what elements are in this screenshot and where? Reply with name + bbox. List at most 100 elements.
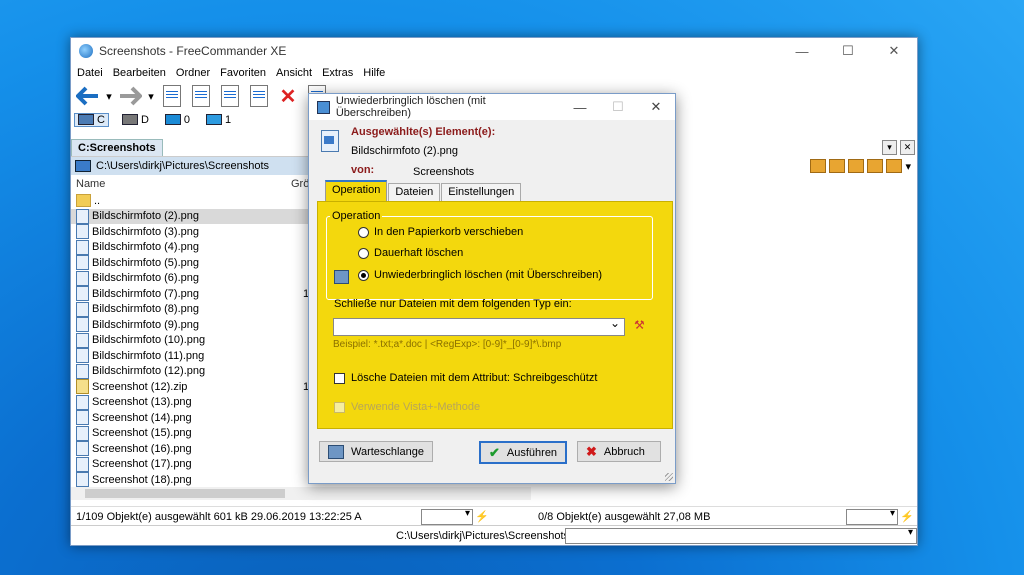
image-file-icon <box>76 410 89 426</box>
right-tab-tools: ▾ ✕ <box>882 140 915 155</box>
forward-history-dropdown-icon[interactable]: ▾ <box>146 83 156 109</box>
drive-d-button[interactable]: D <box>119 114 152 126</box>
left-tab-screenshots[interactable]: C:Screenshots <box>71 139 163 156</box>
radio-button[interactable] <box>358 247 369 259</box>
tab-operation[interactable]: Operation <box>325 180 388 203</box>
file-name: Bildschirmfoto (5).png <box>92 256 199 269</box>
tab-dateien[interactable]: Dateien <box>388 183 441 202</box>
menu-ansicht[interactable]: Ansicht <box>274 67 318 79</box>
image-file-icon <box>76 472 89 488</box>
delete-dialog: Unwiederbringlich löschen (mit Überschre… <box>308 93 676 484</box>
execute-button[interactable]: ✔ Ausführen <box>479 441 567 464</box>
maximize-button[interactable]: ☐ <box>825 38 871 64</box>
menu-ordner[interactable]: Ordner <box>174 67 216 79</box>
file-name: Bildschirmfoto (4).png <box>92 241 199 254</box>
image-file-icon <box>76 394 89 410</box>
file-name: Bildschirmfoto (11).png <box>92 349 205 362</box>
checkmark-icon: ✔ <box>489 444 500 460</box>
filter-type-combo[interactable] <box>333 316 625 336</box>
favorite-folder-icon[interactable] <box>867 159 884 173</box>
favorite-folder-icon[interactable] <box>810 159 827 173</box>
favorite-folder-icon[interactable] <box>886 159 903 173</box>
toolbar-dropdown-icon[interactable]: ▾ <box>905 160 911 173</box>
file-name: Screenshot (16).png <box>92 442 192 455</box>
forward-arrow-icon[interactable] <box>117 83 143 109</box>
right-filter-combo[interactable] <box>846 508 898 525</box>
right-status-text: 0/8 Objekt(e) ausgewählt 27,08 MB <box>538 510 711 523</box>
edit-file-icon[interactable] <box>188 83 214 109</box>
folder-up-icon <box>76 194 91 208</box>
dialog-title: Unwiederbringlich löschen (mit Überschre… <box>335 95 486 119</box>
tab-einstellungen[interactable]: Einstellungen <box>441 183 522 202</box>
view-file-icon[interactable] <box>159 83 185 109</box>
image-file-icon <box>76 270 89 286</box>
checkbox[interactable] <box>334 372 345 384</box>
checkbox-vista-method: Verwende Vista+-Methode <box>334 401 480 413</box>
cancel-button[interactable]: ✖ Abbruch <box>577 441 661 462</box>
from-label: von: <box>351 164 375 176</box>
file-name: Screenshot (17).png <box>92 458 192 471</box>
radio-button-selected[interactable] <box>358 269 369 281</box>
queue-icon <box>328 444 344 459</box>
copy-file-icon[interactable] <box>246 83 272 109</box>
back-arrow-icon[interactable] <box>75 83 101 109</box>
resize-grip[interactable] <box>665 473 673 481</box>
network-drive-icon <box>206 114 223 125</box>
file-name: Bildschirmfoto (2).png <box>92 210 199 223</box>
left-horizontal-scrollbar[interactable] <box>71 487 531 500</box>
back-history-dropdown-icon[interactable]: ▾ <box>104 83 114 109</box>
image-file-icon <box>76 456 89 472</box>
file-name: Screenshot (18).png <box>92 473 192 486</box>
queue-button[interactable]: Warteschlange <box>319 441 433 462</box>
status-bar: 1/109 Objekt(e) ausgewählt 601 kB 29.06.… <box>71 506 917 526</box>
radio-secure-delete[interactable]: Unwiederbringlich löschen (mit Überschre… <box>358 269 602 281</box>
menu-bearbeiten[interactable]: Bearbeiten <box>111 67 172 79</box>
menu-extras[interactable]: Extras <box>320 67 359 79</box>
image-file-icon <box>76 255 89 271</box>
image-file-icon <box>76 425 89 441</box>
checkbox-delete-readonly[interactable]: Lösche Dateien mit dem Attribut: Schreib… <box>334 372 597 384</box>
column-size-header[interactable]: Grö <box>291 178 309 190</box>
menu-datei[interactable]: Datei <box>75 67 109 79</box>
favorite-folder-icon[interactable] <box>829 159 846 173</box>
shredder-icon <box>317 100 330 114</box>
delete-icon[interactable]: ✕ <box>275 83 301 109</box>
right-filter-icon[interactable]: ⚡ <box>900 510 914 523</box>
tab-dropdown-icon[interactable]: ▾ <box>882 140 897 155</box>
file-name: Bildschirmfoto (6).png <box>92 272 199 285</box>
command-line-input[interactable] <box>565 527 917 544</box>
file-name: Screenshot (12).zip <box>92 380 188 393</box>
image-file-icon <box>321 130 339 152</box>
menu-hilfe[interactable]: Hilfe <box>361 67 391 79</box>
column-name-header[interactable]: Name <box>76 178 105 190</box>
drive-1-button[interactable]: 1 <box>203 114 234 126</box>
new-file-icon[interactable] <box>217 83 243 109</box>
radio-delete-permanently[interactable]: Dauerhaft löschen <box>358 247 463 259</box>
left-filter-combo[interactable] <box>421 508 473 525</box>
left-filter-icon[interactable]: ⚡ <box>475 510 489 523</box>
dialog-minimize-button[interactable]: — <box>561 94 599 120</box>
file-name: Screenshot (13).png <box>92 396 192 409</box>
drive-icon <box>121 114 138 125</box>
radio-recycle-bin[interactable]: In den Papierkorb verschieben <box>358 226 523 238</box>
drive-c-button[interactable]: C <box>74 112 109 127</box>
left-path-text: C:\Users\dirkj\Pictures\Screenshots <box>96 160 269 172</box>
scrollbar-thumb[interactable] <box>85 489 285 498</box>
tab-close-icon[interactable]: ✕ <box>900 140 915 155</box>
favorite-folder-icon[interactable] <box>848 159 865 173</box>
file-name: Bildschirmfoto (12).png <box>92 365 206 378</box>
minimize-button[interactable]: — <box>779 38 825 64</box>
image-file-icon <box>76 332 89 348</box>
app-icon <box>79 44 93 58</box>
dialog-maximize-button: ☐ <box>612 99 624 114</box>
dialog-close-button[interactable]: ✕ <box>637 94 675 120</box>
menu-favoriten[interactable]: Favoriten <box>218 67 272 79</box>
close-button[interactable]: ✕ <box>871 38 917 64</box>
dialog-title-bar: Unwiederbringlich löschen (mit Überschre… <box>309 94 675 120</box>
title-bar: Screenshots - FreeCommander XE — ☐ ✕ <box>71 38 917 64</box>
radio-button[interactable] <box>358 226 369 238</box>
command-line-bar: C:\Users\dirkj\Pictures\Screenshots\ <box>71 525 917 545</box>
operation-tab-panel: Operation In den Papierkorb verschieben … <box>317 201 673 429</box>
filter-wizard-icon[interactable]: ⚒ <box>634 318 645 332</box>
drive-0-button[interactable]: 0 <box>162 114 193 126</box>
